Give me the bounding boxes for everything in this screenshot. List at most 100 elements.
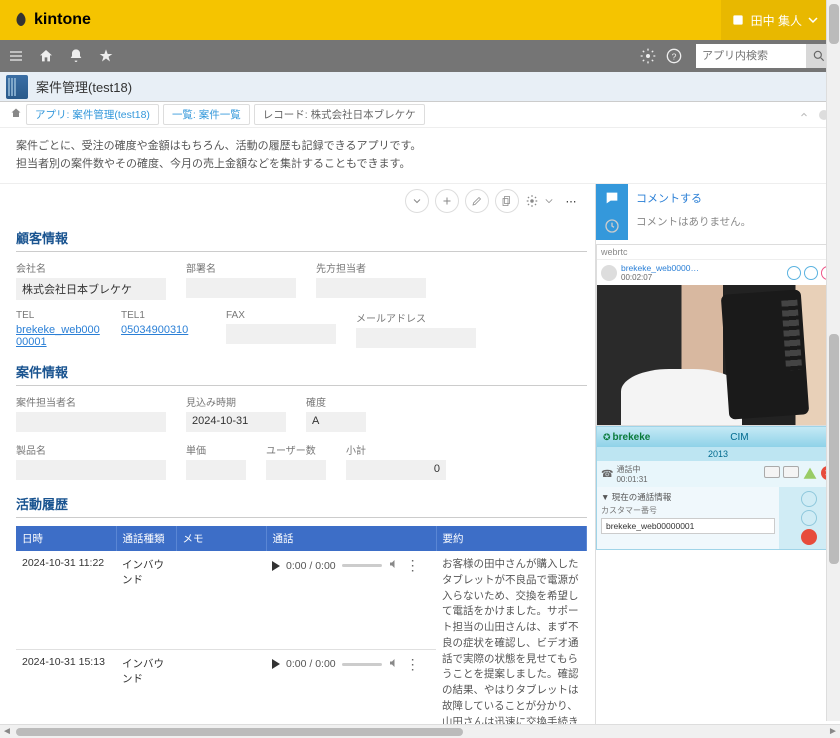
- search-icon: [812, 49, 826, 63]
- help-icon[interactable]: ?: [666, 48, 682, 64]
- product-value: [16, 460, 166, 480]
- owner-value: [16, 412, 166, 432]
- tel-link[interactable]: brekeke_web00000001: [16, 324, 101, 348]
- kintone-logo: kintone: [12, 11, 91, 29]
- cim-button[interactable]: [783, 466, 799, 478]
- play-icon[interactable]: [272, 659, 280, 669]
- audio-more-icon[interactable]: ⋮: [406, 656, 420, 673]
- scroll-left-icon[interactable]: ◄: [0, 725, 14, 738]
- scroll-right-icon[interactable]: ►: [826, 725, 840, 738]
- audio-time: 0:00 / 0:00: [286, 658, 336, 670]
- caller-avatar-icon: [601, 265, 617, 281]
- audio-progress[interactable]: [342, 564, 382, 567]
- history-table: 日時 通話種類 メモ 通話 要約 2024-10-31 11:22 インバウンド…: [16, 526, 587, 738]
- fax-value: [226, 324, 336, 344]
- section-case: 案件情報: [16, 358, 587, 386]
- user-menu[interactable]: 田中 集人: [721, 0, 828, 40]
- nav-arrow-icon[interactable]: [798, 109, 810, 121]
- warning-icon[interactable]: [802, 466, 818, 482]
- cell-summary: お客様の田中さんが購入したタブレットが不良品で電源が入らないため、交換を希望して…: [436, 551, 587, 738]
- company-value: 株式会社日本ブレケケ: [16, 278, 166, 300]
- audio-player[interactable]: 0:00 / 0:00⋮: [272, 557, 430, 574]
- expected-label: 見込み時期: [186, 394, 286, 409]
- expected-value: 2024-10-31: [186, 412, 286, 432]
- gear-icon[interactable]: [640, 48, 656, 64]
- chevron-down-icon: [808, 15, 818, 25]
- add-button[interactable]: [435, 189, 459, 213]
- app-icon: [6, 75, 28, 99]
- webrtc-panel: webrtc brekeke_web0000… 00:02:07: [596, 244, 840, 426]
- users-label: ユーザー数: [266, 442, 326, 457]
- breadcrumb-list[interactable]: 一覧: 案件一覧: [163, 104, 250, 125]
- dept-label: 部署名: [186, 260, 296, 275]
- no-comments: コメントはありません。: [636, 214, 832, 229]
- call-timer: 00:01:31: [616, 475, 647, 484]
- video-feed: [597, 285, 839, 425]
- subtotal-label: 小計: [346, 442, 446, 457]
- audio-more-icon[interactable]: ⋮: [406, 557, 420, 574]
- owner-label: 案件担当者名: [16, 394, 166, 409]
- section-customer: 顧客情報: [16, 224, 587, 252]
- user-icon: [731, 13, 745, 27]
- copy-button[interactable]: [495, 189, 519, 213]
- contact-value: [316, 278, 426, 298]
- app-title: 案件管理(test18): [36, 77, 132, 96]
- search-input[interactable]: [696, 50, 806, 62]
- tel-label: TEL: [16, 310, 101, 321]
- menu-icon[interactable]: [8, 48, 24, 64]
- tel1-label: TEL1: [121, 310, 206, 321]
- breadcrumb-app[interactable]: アプリ: 案件管理(test18): [26, 104, 159, 125]
- rtc-button[interactable]: [804, 266, 818, 280]
- unit-value: [186, 460, 246, 480]
- cim-section: ▼ 現在の通話情報: [601, 491, 775, 503]
- tel1-link[interactable]: 05034900310: [121, 324, 206, 336]
- more-button[interactable]: ⋯: [559, 189, 583, 213]
- mail-label: メールアドレス: [356, 310, 476, 325]
- cim-button[interactable]: [764, 466, 780, 478]
- audio-progress[interactable]: [342, 663, 382, 666]
- table-row: 2024-10-31 11:22 インバウンド 0:00 / 0:00⋮ お客様…: [16, 551, 587, 649]
- audio-player[interactable]: 0:00 / 0:00 ⋮: [272, 656, 430, 673]
- mute-icon[interactable]: [388, 657, 400, 672]
- breadcrumb-record: レコード: 株式会社日本ブレケケ: [254, 104, 425, 125]
- section-history: 活動履歴: [16, 490, 587, 518]
- chevron-down-icon[interactable]: [545, 197, 553, 205]
- cim-year: 2013: [597, 447, 839, 461]
- app-description: 案件ごとに、受注の確度や金額はもちろん、活動の履歴も記録できるアプリです。 担当…: [0, 128, 840, 184]
- webrtc-tab[interactable]: webrtc: [597, 245, 839, 260]
- comment-tab[interactable]: [596, 184, 628, 240]
- subtotal-value: 0: [346, 460, 446, 480]
- mute-icon[interactable]: [388, 558, 400, 573]
- cim-side-button[interactable]: [801, 491, 817, 507]
- bell-icon[interactable]: [68, 48, 84, 64]
- customer-id-label: カスタマー番号: [601, 505, 775, 516]
- contact-label: 先方担当者: [316, 260, 426, 275]
- edit-button[interactable]: [465, 189, 489, 213]
- history-icon: [604, 218, 620, 234]
- col-memo: メモ: [176, 526, 266, 551]
- dept-value: [186, 278, 296, 298]
- home-icon[interactable]: [38, 48, 54, 64]
- star-icon[interactable]: [98, 48, 114, 64]
- call-status: 通話中: [616, 464, 647, 475]
- status-icon: ☎: [601, 469, 613, 480]
- mail-value: [356, 328, 476, 348]
- breadcrumb-home[interactable]: [10, 107, 22, 122]
- rtc-button[interactable]: [787, 266, 801, 280]
- comment-icon: [604, 190, 620, 206]
- cim-title: CIM: [650, 432, 828, 443]
- horizontal-scrollbar[interactable]: ◄ ►: [0, 724, 840, 738]
- breadcrumb: アプリ: 案件管理(test18) 一覧: 案件一覧 レコード: 株式会社日本ブ…: [0, 102, 840, 128]
- vertical-scrollbar[interactable]: [826, 0, 840, 721]
- user-name: 田中 集人: [751, 12, 802, 29]
- comment-action[interactable]: コメントする: [636, 190, 832, 206]
- cim-side-button[interactable]: [801, 529, 817, 545]
- cim-side-button[interactable]: [801, 510, 817, 526]
- users-value: [266, 460, 326, 480]
- unit-label: 単価: [186, 442, 246, 457]
- play-icon[interactable]: [272, 561, 280, 571]
- settings-icon[interactable]: [525, 194, 539, 208]
- nav-down-button[interactable]: [405, 189, 429, 213]
- cim-brand: brekeke: [613, 432, 651, 443]
- product-label: 製品名: [16, 442, 166, 457]
